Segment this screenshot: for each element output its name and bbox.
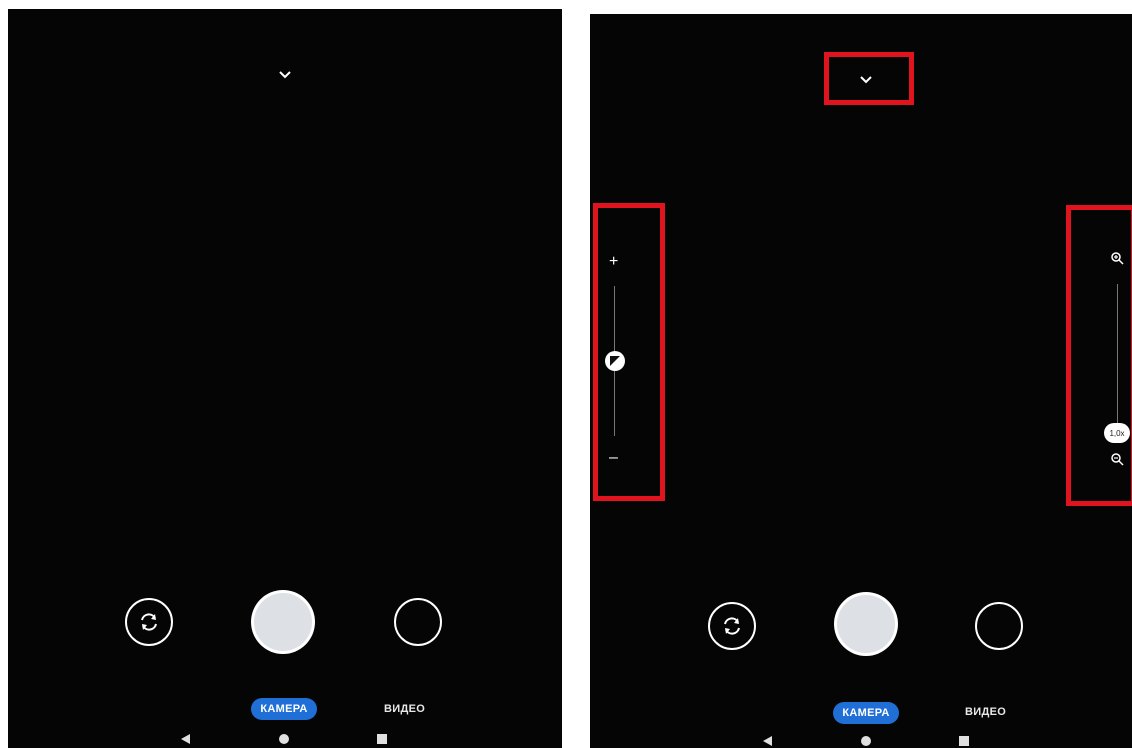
gallery-thumbnail[interactable] (975, 602, 1023, 650)
switch-camera-button[interactable] (125, 598, 173, 646)
nav-recent-button[interactable] (377, 734, 387, 744)
camera-screen-right: + – 1,0x КАМЕРА ВИДЕО (590, 14, 1132, 748)
nav-back-button[interactable] (181, 734, 190, 744)
mode-camera-tab[interactable]: КАМЕРА (833, 702, 899, 724)
shutter-inner (254, 593, 312, 651)
mode-video-tab[interactable]: ВИДЕО (384, 703, 425, 715)
switch-camera-button[interactable] (708, 602, 756, 650)
mode-camera-tab[interactable]: КАМЕРА (251, 698, 317, 720)
highlight-box-chevron (824, 52, 914, 105)
chevron-down-icon[interactable] (278, 70, 292, 80)
nav-home-button[interactable] (861, 736, 871, 746)
highlight-box-zoom (1066, 205, 1132, 506)
switch-camera-icon (724, 617, 740, 635)
nav-home-button[interactable] (279, 734, 289, 744)
gallery-thumbnail[interactable] (394, 598, 442, 646)
shutter-button[interactable] (834, 592, 898, 656)
highlight-box-exposure (593, 203, 665, 501)
nav-back-button[interactable] (763, 736, 772, 746)
mode-video-tab[interactable]: ВИДЕО (965, 706, 1006, 718)
switch-camera-icon (141, 613, 157, 631)
shutter-button[interactable] (251, 590, 315, 654)
shutter-inner (837, 595, 895, 653)
camera-screen-left: КАМЕРА ВИДЕО (8, 9, 562, 748)
nav-recent-button[interactable] (959, 736, 969, 746)
